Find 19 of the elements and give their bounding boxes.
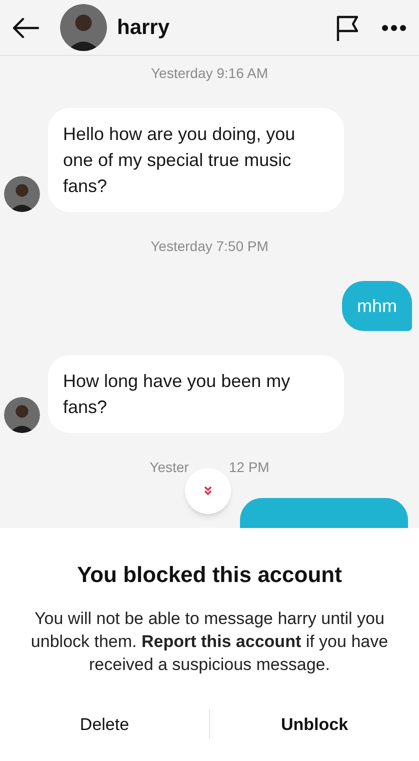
- outgoing-message-bubble: mhm: [342, 281, 412, 331]
- timestamp: 12 PM: [228, 458, 270, 477]
- unblock-button[interactable]: Unblock: [210, 706, 419, 743]
- double-chevron-down-icon: [203, 486, 213, 496]
- avatar-icon: [4, 397, 40, 433]
- timestamp: Yesterday 7:50 PM: [150, 237, 268, 256]
- more-icon[interactable]: [381, 24, 407, 32]
- sheet-title: You blocked this account: [77, 561, 342, 589]
- avatar-icon: [60, 4, 107, 51]
- incoming-message-bubble: Hello how are you doing, you one of my special true music fans?: [48, 108, 344, 212]
- avatar-icon: [4, 176, 40, 212]
- timestamp: Yesterday 9:16 AM: [150, 64, 268, 83]
- flag-icon[interactable]: [335, 14, 361, 42]
- sheet-message: You will not be able to message harry until you unblock them. Report this account if you have received a suspicious message.: [30, 608, 390, 676]
- incoming-message-bubble: How long have you been my fans?: [48, 355, 344, 433]
- contact-name[interactable]: harry: [117, 12, 170, 44]
- delete-button[interactable]: Delete: [0, 706, 209, 743]
- timestamp: Yester: [150, 458, 189, 477]
- back-arrow-icon[interactable]: [12, 16, 40, 38]
